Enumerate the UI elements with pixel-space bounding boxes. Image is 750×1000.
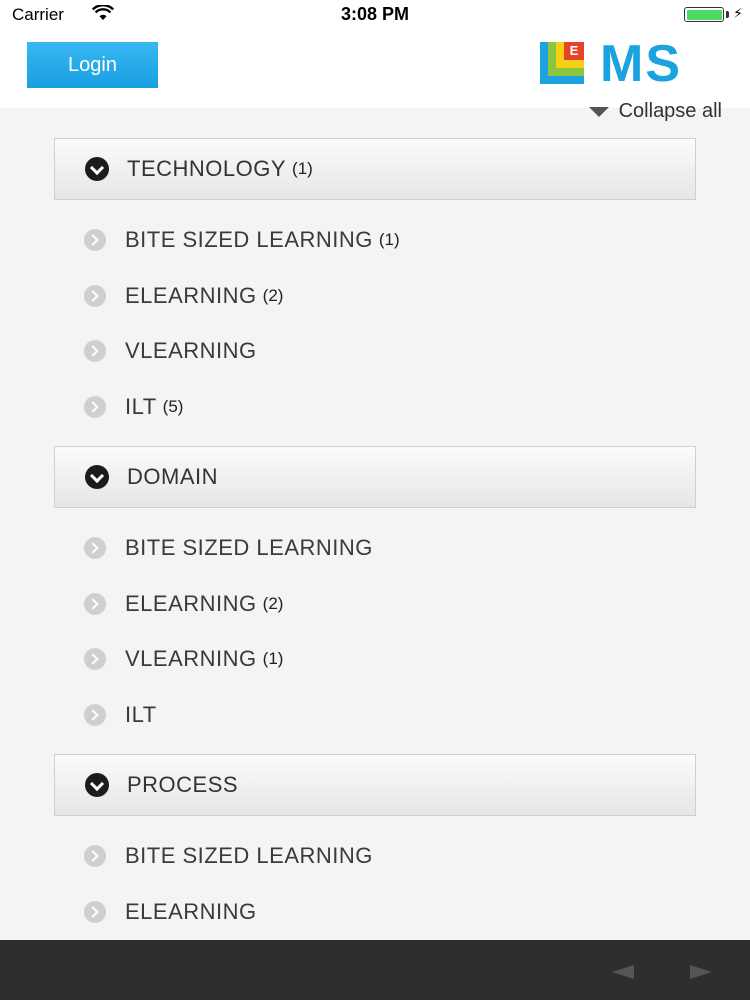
charging-icon: ⚡ <box>733 5 743 21</box>
section-count: (1) <box>292 159 313 178</box>
item-count: (1) <box>262 649 284 668</box>
chevron-right-circle-icon <box>84 537 106 559</box>
item-label: ELEARNING <box>125 283 257 308</box>
list-item-process-bite-sized-learning[interactable]: BITE SIZED LEARNING <box>84 838 379 874</box>
bottom-toolbar <box>0 940 750 1000</box>
section-title: TECHNOLOGY <box>127 156 287 181</box>
chevron-right-circle-icon <box>84 340 106 362</box>
battery-icon <box>684 7 724 22</box>
chevron-down-circle-icon <box>85 157 109 181</box>
list-item-process-elearning[interactable]: ELEARNING <box>84 894 263 930</box>
chevron-right-circle-icon <box>84 285 106 307</box>
item-count: (2) <box>262 286 284 305</box>
status-time: 3:08 PM <box>340 4 410 24</box>
list-item-technology-ilt[interactable]: ILT (5) <box>84 389 183 425</box>
section-header-technology[interactable]: TECHNOLOGY (1) <box>54 138 696 200</box>
item-count: (2) <box>262 594 284 613</box>
logo-text: MS <box>600 35 682 93</box>
battery-tip <box>726 11 729 18</box>
section-header-process[interactable]: PROCESS <box>54 754 696 816</box>
chevron-down-circle-icon <box>85 465 109 489</box>
item-label: BITE SIZED LEARNING <box>125 535 373 560</box>
item-label: VLEARNING <box>125 646 257 671</box>
list-item-domain-elearning[interactable]: ELEARNING (2) <box>84 586 283 622</box>
list-item-technology-elearning[interactable]: ELEARNING (2) <box>84 278 283 314</box>
item-label: BITE SIZED LEARNING <box>125 843 373 868</box>
list-item-domain-bite-sized-learning[interactable]: BITE SIZED LEARNING <box>84 530 379 566</box>
list-item-domain-vlearning[interactable]: VLEARNING (1) <box>84 641 283 677</box>
chevron-right-circle-icon <box>84 704 106 726</box>
item-count: (1) <box>378 230 400 249</box>
item-label: BITE SIZED LEARNING <box>125 227 373 252</box>
section-title: DOMAIN <box>127 464 218 489</box>
section-header-domain[interactable]: DOMAIN <box>54 446 696 508</box>
chevron-right-circle-icon <box>84 901 106 923</box>
list-item-technology-vlearning[interactable]: VLEARNING <box>84 333 263 369</box>
item-label: ILT <box>125 394 157 419</box>
section-title: PROCESS <box>127 772 239 797</box>
back-arrow-icon[interactable] <box>612 965 634 979</box>
item-label: ELEARNING <box>125 591 257 616</box>
item-label: VLEARNING <box>125 338 257 363</box>
lms-logo: E MS <box>540 35 726 93</box>
chevron-right-circle-icon <box>84 396 106 418</box>
collapse-all-button[interactable]: Collapse all <box>588 100 722 123</box>
logo-mark: E <box>564 42 584 60</box>
list-item-technology-bite-sized-learning[interactable]: BITE SIZED LEARNING (1) <box>84 222 400 258</box>
collapse-all-label: Collapse all <box>618 100 722 122</box>
chevron-right-circle-icon <box>84 845 106 867</box>
login-button[interactable]: Login <box>27 42 158 88</box>
item-label: ELEARNING <box>125 899 257 924</box>
status-bar: Carrier 3:08 PM ⚡ <box>0 0 750 28</box>
chevron-right-circle-icon <box>84 229 106 251</box>
list-item-domain-ilt[interactable]: ILT <box>84 697 163 733</box>
caret-down-icon <box>588 106 609 117</box>
app-header: Login E MS <box>0 28 750 108</box>
chevron-right-circle-icon <box>84 648 106 670</box>
forward-arrow-icon[interactable] <box>690 965 712 979</box>
item-count: (5) <box>162 397 184 416</box>
chevron-down-circle-icon <box>85 773 109 797</box>
item-label: ILT <box>125 702 157 727</box>
chevron-right-circle-icon <box>84 593 106 615</box>
